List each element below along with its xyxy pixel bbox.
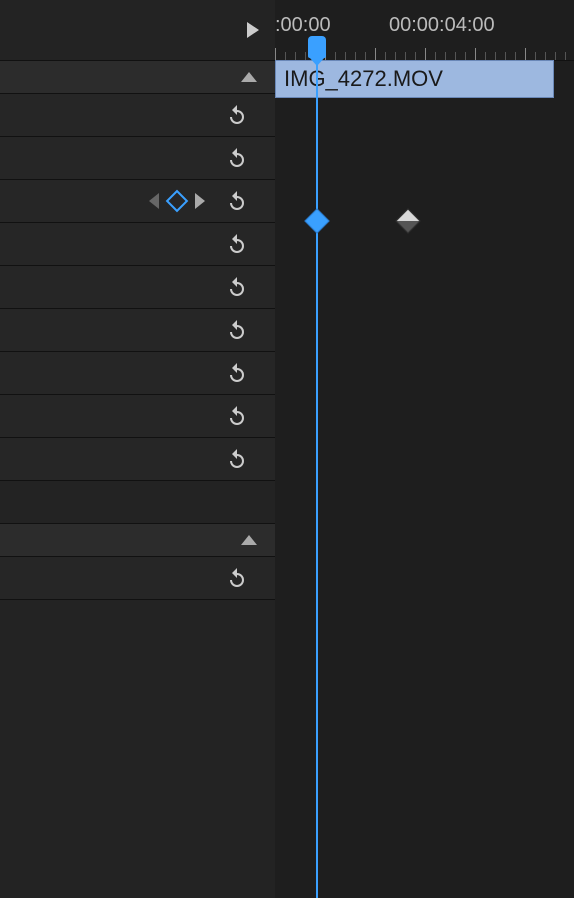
playhead-line: [316, 58, 318, 898]
property-row: [0, 137, 275, 180]
property-row: [0, 557, 275, 600]
keyframe-navigator: [149, 193, 205, 209]
property-row: [0, 352, 275, 395]
reset-icon[interactable]: [225, 361, 249, 385]
reset-icon[interactable]: [225, 189, 249, 213]
keyframe-diamond[interactable]: [395, 208, 420, 233]
play-icon[interactable]: [247, 22, 259, 38]
panel-header: [0, 0, 275, 61]
reset-icon[interactable]: [225, 146, 249, 170]
chevron-up-icon: [241, 535, 257, 545]
reset-icon[interactable]: [225, 232, 249, 256]
reset-icon[interactable]: [225, 447, 249, 471]
section-twirl[interactable]: [0, 524, 275, 557]
reset-icon[interactable]: [225, 566, 249, 590]
property-row: [0, 395, 275, 438]
reset-icon[interactable]: [225, 318, 249, 342]
section-twirl[interactable]: [0, 61, 275, 94]
chevron-up-icon: [241, 72, 257, 82]
toggle-keyframe-icon[interactable]: [166, 190, 189, 213]
property-row: [0, 309, 275, 352]
reset-icon[interactable]: [225, 404, 249, 428]
property-row-keyframed: [0, 180, 275, 223]
playhead[interactable]: [308, 36, 326, 58]
timeline-area[interactable]: :00:00 00:00:04:00 IMG_4272.MOV 取り消しカットコ…: [275, 0, 574, 898]
time-label: :00:00: [275, 14, 331, 37]
clip-name: IMG_4272.MOV: [284, 66, 443, 92]
property-row: [0, 438, 275, 481]
property-row-empty: [0, 481, 275, 524]
prev-keyframe-icon[interactable]: [149, 193, 159, 209]
next-keyframe-icon[interactable]: [195, 193, 205, 209]
keyframe-diamond[interactable]: [304, 208, 329, 233]
property-row: [0, 94, 275, 137]
time-label: 00:00:04:00: [389, 14, 495, 37]
reset-icon[interactable]: [225, 103, 249, 127]
property-panel: [0, 0, 275, 898]
reset-icon[interactable]: [225, 275, 249, 299]
property-row: [0, 266, 275, 309]
keyframe-track[interactable]: [275, 200, 574, 242]
property-row: [0, 223, 275, 266]
